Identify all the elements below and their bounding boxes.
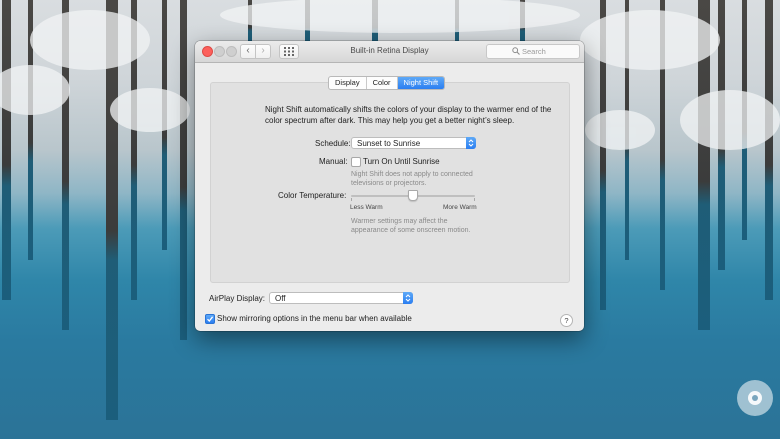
airplay-display-label: AirPlay Display: [209, 294, 266, 303]
updown-chevron-icon [405, 294, 411, 302]
watermark-logo [737, 380, 773, 416]
color-temperature-knob[interactable] [408, 190, 418, 201]
schedule-label: Schedule: [315, 139, 351, 148]
slider-tick [474, 198, 475, 201]
tab-color[interactable]: Color [367, 77, 398, 89]
schedule-popup[interactable]: Sunset to Sunrise [351, 137, 476, 149]
color-temperature-label: Color Temperature: [278, 191, 347, 200]
display-preferences-window: ‹ › Built-in Retina Display Search Night [195, 41, 584, 331]
search-field[interactable]: Search [486, 44, 580, 59]
updown-chevron-icon [468, 139, 474, 147]
title-bar: ‹ › Built-in Retina Display Search [195, 41, 584, 63]
schedule-value: Sunset to Sunrise [357, 139, 421, 148]
search-placeholder: Search [522, 47, 546, 56]
mirroring-checkbox[interactable] [205, 314, 215, 324]
night-shift-description: Night Shift automatically shifts the col… [265, 105, 552, 125]
night-shift-panel: Night Shift automatically shifts the col… [210, 82, 570, 283]
less-warm-label: Less Warm [350, 204, 383, 211]
mirroring-option-label[interactable]: Show mirroring options in the menu bar w… [217, 314, 412, 323]
tab-display[interactable]: Display [329, 77, 367, 89]
slider-tick [351, 198, 352, 201]
tab-night-shift[interactable]: Night Shift [397, 77, 445, 89]
manual-label: Manual: [319, 157, 348, 166]
help-button[interactable]: ? [560, 314, 573, 327]
preference-tabs: Display Color Night Shift [328, 76, 446, 90]
more-warm-label: More Warm [443, 204, 477, 211]
manual-checkbox[interactable] [351, 157, 361, 167]
color-temperature-note: Warmer settings may affect the appearanc… [351, 218, 471, 234]
airplay-display-popup[interactable]: Off [269, 292, 413, 304]
checkmark-icon [207, 316, 214, 322]
manual-checkbox-label[interactable]: Turn On Until Sunrise [363, 157, 440, 166]
airplay-display-value: Off [275, 294, 286, 303]
manual-note: Night Shift does not apply to connected … [351, 171, 473, 187]
search-icon [512, 47, 520, 55]
